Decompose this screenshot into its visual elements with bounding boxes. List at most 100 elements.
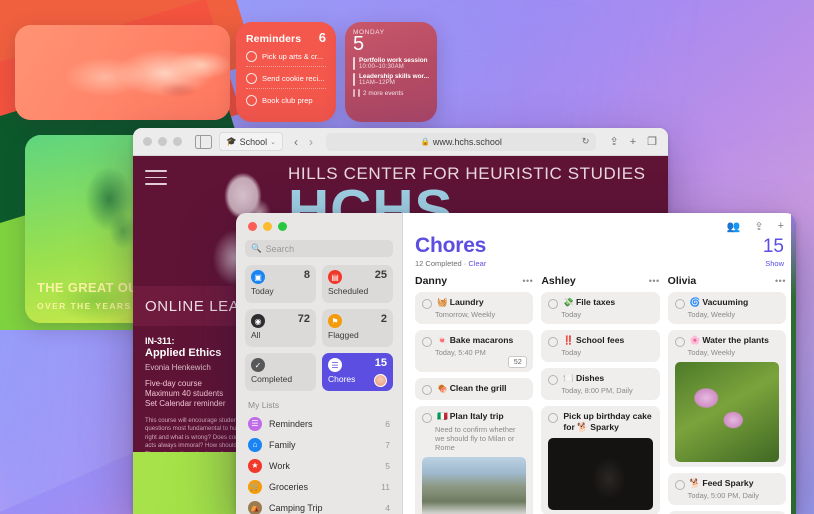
task-checkbox[interactable] xyxy=(674,480,685,490)
reminders-widget-item[interactable]: Book club prep xyxy=(246,89,326,110)
list-label: Groceries xyxy=(269,481,309,492)
sidebar-item-work[interactable]: ★ Work 5 xyxy=(245,455,393,476)
smart-list-count: 15 xyxy=(374,357,387,369)
sidebar-item-camping-trip[interactable]: ⛺ Camping Trip 4 xyxy=(245,497,393,514)
safari-toolbar-right[interactable]: ⇪ + ❐ xyxy=(609,135,660,149)
column-menu-icon[interactable]: ••• xyxy=(649,276,660,286)
smart-list-today[interactable]: ▣ 8 Today xyxy=(245,265,316,303)
reminders-widget-item[interactable]: Pick up arts & cr... xyxy=(246,45,326,67)
smart-list-chores[interactable]: ☰ 15 Chores xyxy=(322,353,393,391)
tab-overview-icon[interactable]: ❐ xyxy=(647,135,657,148)
chevron-down-icon[interactable]: ⌄ xyxy=(270,138,276,146)
back-icon[interactable]: ‹ xyxy=(294,135,298,149)
column-menu-icon[interactable]: ••• xyxy=(775,276,786,286)
reminders-window[interactable]: 🔍 Search ▣ 8 Today ▤ 25 Scheduled ◉ 72 A… xyxy=(236,213,796,514)
show-completed-button[interactable]: Show xyxy=(765,259,784,268)
reminders-columns: Danny ••• 🧺 Laundry Tomorrow, Weekly 🍬 Bak… xyxy=(403,268,796,514)
tab-school[interactable]: 🎓 School ⌄ xyxy=(219,132,283,151)
share-icon[interactable]: ⇪ xyxy=(609,135,618,148)
task-emoji: 🍽️ xyxy=(563,373,575,383)
smart-list-all[interactable]: ◉ 72 All xyxy=(245,309,316,347)
smart-list-scheduled[interactable]: ▤ 25 Scheduled xyxy=(322,265,393,303)
zoom-button[interactable] xyxy=(278,222,287,231)
window-traffic-lights[interactable] xyxy=(245,213,393,231)
task-subtitle: Today, Weekly xyxy=(687,348,736,357)
calendar-event[interactable]: Leadership skills wor... 11AM–12PM xyxy=(353,73,429,86)
column-olivia: Olivia ••• 🌀 Vacuuming Today, Weekly 🌸 Wat… xyxy=(667,275,786,514)
smart-list-flagged[interactable]: ⚑ 2 Flagged xyxy=(322,309,393,347)
task-checkbox[interactable] xyxy=(422,337,432,347)
checkbox-circle-icon[interactable] xyxy=(246,95,257,106)
search-input[interactable]: 🔍 Search xyxy=(245,240,393,257)
tent-icon: ⛺ xyxy=(248,500,262,514)
task-card[interactable]: 🇮🇹 Plan Italy trip Need to confirm whethe… xyxy=(415,406,534,514)
task-card[interactable]: 🌀 Vacuuming Today, Weekly xyxy=(667,292,786,324)
event-time: 11AM–12PM xyxy=(359,80,396,86)
task-card[interactable]: 🐕 Feed Sparky Today, 5:00 PM, Daily xyxy=(667,473,786,505)
task-title: File taxes xyxy=(576,297,616,307)
column-ashley: Ashley ••• 💸 File taxes Today ‼️ School fe… xyxy=(541,275,660,514)
checkbox-circle-icon[interactable] xyxy=(246,51,257,62)
hamburger-menu-icon[interactable] xyxy=(145,170,167,190)
star-icon: ★ xyxy=(248,458,262,473)
forward-icon[interactable]: › xyxy=(309,135,313,149)
task-checkbox[interactable] xyxy=(422,299,432,309)
column-title: Danny xyxy=(415,275,448,287)
task-title: Plan Italy trip xyxy=(449,411,504,421)
task-checkbox[interactable] xyxy=(548,413,559,423)
task-card[interactable]: 🍬 Bake macarons Today, 5:40 PM 52 xyxy=(415,330,534,372)
task-checkbox[interactable] xyxy=(674,337,685,347)
safari-navigation[interactable]: ‹ › xyxy=(294,135,313,149)
calendar-event[interactable]: Portfolio work session 10:00–10:30AM xyxy=(353,57,429,70)
task-checkbox[interactable] xyxy=(548,337,559,347)
task-checkbox[interactable] xyxy=(422,385,432,395)
list-count: 11 xyxy=(381,481,390,492)
calendar-scheduled-icon: ▤ xyxy=(328,270,342,284)
calendar-day-number: 5 xyxy=(353,33,365,55)
calendar-widget[interactable]: MONDAY 5 Portfolio work session 10:00–10… xyxy=(345,22,437,122)
share-participants-icon[interactable]: 👥 xyxy=(727,220,741,233)
checkbox-circle-icon[interactable] xyxy=(246,73,257,84)
sidebar-toggle-icon[interactable] xyxy=(195,134,212,149)
sidebar-item-reminders[interactable]: ☰ Reminders 6 xyxy=(245,413,393,434)
cart-icon: 🛒 xyxy=(248,479,262,494)
clear-button[interactable]: Clear xyxy=(468,259,486,268)
sidebar-item-family[interactable]: ⌂ Family 7 xyxy=(245,434,393,455)
task-checkbox[interactable] xyxy=(422,413,432,423)
task-card[interactable]: ‼️ School fees Today xyxy=(541,330,660,362)
address-bar[interactable]: 🔒 www.hchs.school ↻ xyxy=(326,132,597,151)
task-card[interactable]: 💸 File taxes Today xyxy=(541,292,660,324)
task-card[interactable]: 🍽️ Dishes Today, 8:00 PM, Daily xyxy=(541,368,660,400)
window-traffic-lights[interactable] xyxy=(141,137,182,146)
task-emoji: 🌀 xyxy=(689,297,701,307)
task-checkbox[interactable] xyxy=(548,299,559,309)
zoom-button[interactable] xyxy=(173,137,182,146)
calendar-more-events[interactable]: 2 more events xyxy=(353,89,429,97)
sidebar-item-groceries[interactable]: 🛒 Groceries 11 xyxy=(245,476,393,497)
task-card[interactable]: 🍖 Clean the grill xyxy=(415,378,534,400)
photos-widget[interactable] xyxy=(15,25,230,120)
window-right-edge xyxy=(791,213,796,514)
reload-icon[interactable]: ↻ xyxy=(582,136,590,147)
task-card[interactable]: 🌸 Water the plants Today, Weekly xyxy=(667,330,786,467)
list-count: 5 xyxy=(385,460,390,471)
task-attachment-image[interactable] xyxy=(548,438,653,510)
close-button[interactable] xyxy=(143,137,152,146)
task-attachment-image[interactable] xyxy=(422,457,527,514)
smart-list-completed[interactable]: ✓ Completed xyxy=(245,353,316,391)
reminders-widget[interactable]: Reminders 6 Pick up arts & cr... Send co… xyxy=(236,22,336,122)
new-tab-icon[interactable]: + xyxy=(630,136,636,148)
reminders-widget-item[interactable]: Send cookie reci... xyxy=(246,67,326,89)
column-menu-icon[interactable]: ••• xyxy=(522,276,533,286)
task-card[interactable]: 🧺 Laundry Tomorrow, Weekly xyxy=(415,292,534,324)
event-color-bar xyxy=(353,57,355,70)
minimize-button[interactable] xyxy=(158,137,167,146)
close-button[interactable] xyxy=(248,222,257,231)
task-card[interactable]: Pick up birthday cake for 🐕 Sparky xyxy=(541,406,660,514)
task-attachment-image[interactable] xyxy=(674,362,779,462)
add-reminder-icon[interactable]: + xyxy=(778,220,784,233)
task-checkbox[interactable] xyxy=(548,375,559,385)
task-checkbox[interactable] xyxy=(674,299,685,309)
share-icon[interactable]: ⇪ xyxy=(754,220,763,233)
minimize-button[interactable] xyxy=(263,222,272,231)
